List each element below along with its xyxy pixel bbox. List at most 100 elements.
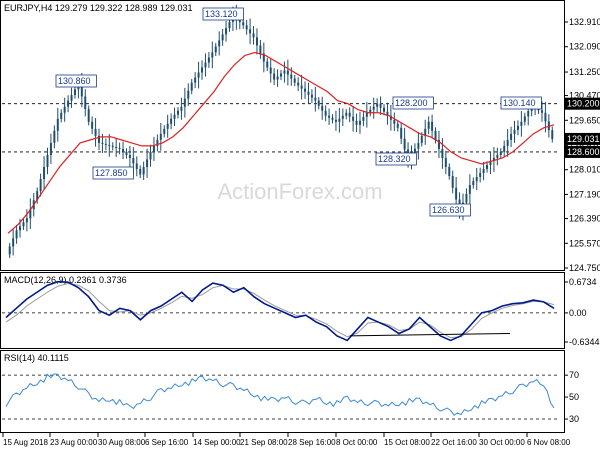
candle-body xyxy=(293,78,296,83)
price-tick-label: 131.250 xyxy=(569,67,600,77)
candle-body xyxy=(245,25,248,30)
rsi-series xyxy=(2,373,560,420)
price-tick-label: 132.910 xyxy=(569,17,600,27)
candle-body xyxy=(520,121,523,126)
candle-body xyxy=(125,151,128,155)
candle-body xyxy=(372,106,375,110)
time-tick-label: 15 Oct 08:00 xyxy=(384,438,430,447)
candle-body xyxy=(310,94,313,98)
candle-body xyxy=(108,144,111,146)
time-tick-label: 28 Sep 16:00 xyxy=(288,438,336,447)
candle-body xyxy=(286,70,289,75)
candle-body xyxy=(19,226,22,231)
candle-body xyxy=(444,157,447,168)
candle-body xyxy=(46,154,49,168)
candle-body xyxy=(139,169,142,175)
macd-tick-label: 0.00 xyxy=(569,308,587,318)
candle-body xyxy=(482,169,485,174)
candle-body xyxy=(328,115,331,118)
candle-body xyxy=(166,123,169,129)
candle-body xyxy=(63,106,66,113)
candle-body xyxy=(176,110,179,115)
candle-body xyxy=(321,105,324,111)
annotation-label: 126.630 xyxy=(432,205,465,215)
candle-body xyxy=(43,167,46,180)
candle-body xyxy=(276,76,279,80)
candle-body xyxy=(104,143,107,145)
candle-body xyxy=(352,116,355,121)
candle-body xyxy=(431,121,434,131)
annotation-label: 130.140 xyxy=(503,98,536,108)
time-tick-label: 6 Nov 08:00 xyxy=(527,438,571,447)
candle-body xyxy=(510,133,513,140)
rsi-line xyxy=(5,373,555,416)
candle-body xyxy=(290,74,293,79)
time-tick-label: 23 Aug 00:00 xyxy=(50,438,98,447)
candle-body xyxy=(22,222,25,227)
candle-body xyxy=(60,112,63,119)
candle-body xyxy=(163,128,166,134)
candle-body xyxy=(252,33,255,38)
candle-body xyxy=(434,130,437,140)
candle-body xyxy=(190,82,193,91)
price-tick-label: 126.390 xyxy=(569,214,600,224)
candle-body xyxy=(111,145,114,147)
time-tick-label: 21 Sep 08:00 xyxy=(240,438,288,447)
candle-body xyxy=(146,159,149,168)
candle-body xyxy=(499,151,502,155)
candle-body xyxy=(331,117,334,120)
annotation-label: 133.120 xyxy=(205,9,238,19)
price-tick-label: 127.190 xyxy=(569,189,600,199)
price-tick-label: 132.090 xyxy=(569,42,600,52)
rsi-tick-label: 30 xyxy=(569,414,579,424)
candle-body xyxy=(8,246,11,255)
time-tick-label: 22 Oct 16:00 xyxy=(431,438,477,447)
candle-body xyxy=(355,120,358,125)
price-tick-label: 128.010 xyxy=(569,165,600,175)
candle-body xyxy=(417,142,420,149)
candle-body xyxy=(448,167,451,177)
candle-body xyxy=(472,181,475,186)
price-tick-label: 124.750 xyxy=(569,263,600,273)
rsi-tick-label: 50 xyxy=(569,392,579,402)
candle-body xyxy=(211,52,214,58)
candle-body xyxy=(300,85,303,89)
candle-body xyxy=(551,130,554,139)
candle-body xyxy=(249,29,252,34)
candle-body xyxy=(87,109,90,122)
candle-body xyxy=(396,123,399,128)
candle-body xyxy=(516,125,519,130)
candle-body xyxy=(266,61,269,68)
candle-body xyxy=(149,151,152,160)
candle-body xyxy=(273,73,276,80)
candle-body xyxy=(496,154,499,158)
watermark: ActionForex.com xyxy=(217,179,382,204)
candle-body xyxy=(207,57,210,63)
candle-body xyxy=(379,103,382,108)
candle-body xyxy=(269,67,272,74)
candle-body xyxy=(135,163,138,170)
macd-header: MACD(12,26,9) 0.2361 0.3736 xyxy=(4,275,127,285)
candle-body xyxy=(465,193,468,203)
candle-body xyxy=(73,89,76,96)
candle-body xyxy=(451,176,454,188)
macd-support-line xyxy=(349,333,511,337)
macd-tick-label: 0.6734 xyxy=(569,277,597,287)
candle-body xyxy=(228,21,231,29)
candle-body xyxy=(427,121,430,129)
candle-body xyxy=(84,96,87,110)
candle-body xyxy=(118,147,121,149)
macd-axis: 0.6734 0.00 -0.6344 xyxy=(564,277,600,347)
price-box-label: 130.200 xyxy=(567,99,600,109)
annotation-label: 130.860 xyxy=(58,76,91,86)
annotation-label: 127.850 xyxy=(95,168,128,178)
chart-svg: ActionForex.com EURJPY,H4 129.279 129.32… xyxy=(0,0,600,447)
candle-body xyxy=(304,88,307,92)
candle-body xyxy=(486,164,489,170)
candle-body xyxy=(280,73,282,77)
candle-body xyxy=(187,90,190,99)
rsi-header: RSI(14) 40.1115 xyxy=(4,353,69,363)
candle-body xyxy=(307,91,310,95)
candle-body xyxy=(132,157,135,164)
candle-body xyxy=(297,82,300,86)
